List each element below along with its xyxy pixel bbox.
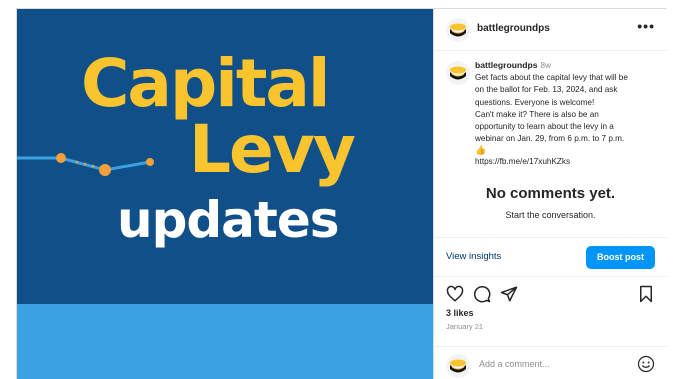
insights-row: View insights Boost post [434,237,667,277]
no-comments-title: No comments yet. [485,185,616,202]
post-header: battlegroundps ••• [434,9,667,51]
post-date: January 21 [446,322,484,331]
thumbs-up-emoji: 👍 [475,145,487,156]
caption-username[interactable]: battlegroundps [475,60,538,70]
caption-avatar[interactable] [446,61,470,85]
comment-input[interactable] [479,356,629,372]
post-actions [434,281,667,309]
image-title-levy: Levy [189,111,356,188]
post-image[interactable]: Capital Levy updates [17,9,433,379]
caption-text: battlegroundps 8w Get facts about the cap… [475,59,661,169]
post-dialog: Capital Levy updates battlegroundps ••• [16,8,667,379]
caption-line: on the ballot for Feb. 13, 2024, and ask [475,85,618,95]
boost-post-button[interactable]: Boost post [586,246,655,269]
post-side-panel: battlegroundps ••• battlegroundps 8w Get … [433,9,667,379]
view-insights-link[interactable]: View insights [446,251,501,262]
caption-age: 8w [540,61,552,70]
bookmark-icon[interactable] [637,285,655,308]
image-title-capital: Capital [81,45,331,122]
share-icon[interactable] [500,285,518,308]
caption-link[interactable]: https://fb.me/e/17xuhKZks [475,156,661,168]
caption-line: questions. Everyone is welcome! [475,97,595,107]
caption-line: opportunity to learn about the levy in a [475,122,614,132]
likes-count[interactable]: 3 likes [446,308,474,318]
add-comment-row [434,346,667,379]
caption-line: webinar on Jan. 29, from 6 p.m. to 7 p.m… [475,134,625,144]
commenter-avatar [446,354,470,378]
avatar[interactable] [446,18,470,42]
caption-line: Can't make it? There is also be an [475,109,599,119]
heart-icon[interactable] [446,285,464,308]
no-comments-subtitle: Start the conversation. [505,210,596,220]
comment-icon[interactable] [473,285,491,308]
image-bottom-band [17,304,433,379]
dotted-line-graphic [17,153,154,176]
smile-icon[interactable] [637,355,655,378]
more-horizontal-icon[interactable]: ••• [637,18,655,34]
header-username[interactable]: battlegroundps [477,23,550,34]
image-title-updates: updates [117,191,339,249]
caption-line: Get facts about the capital levy that wi… [475,73,628,83]
